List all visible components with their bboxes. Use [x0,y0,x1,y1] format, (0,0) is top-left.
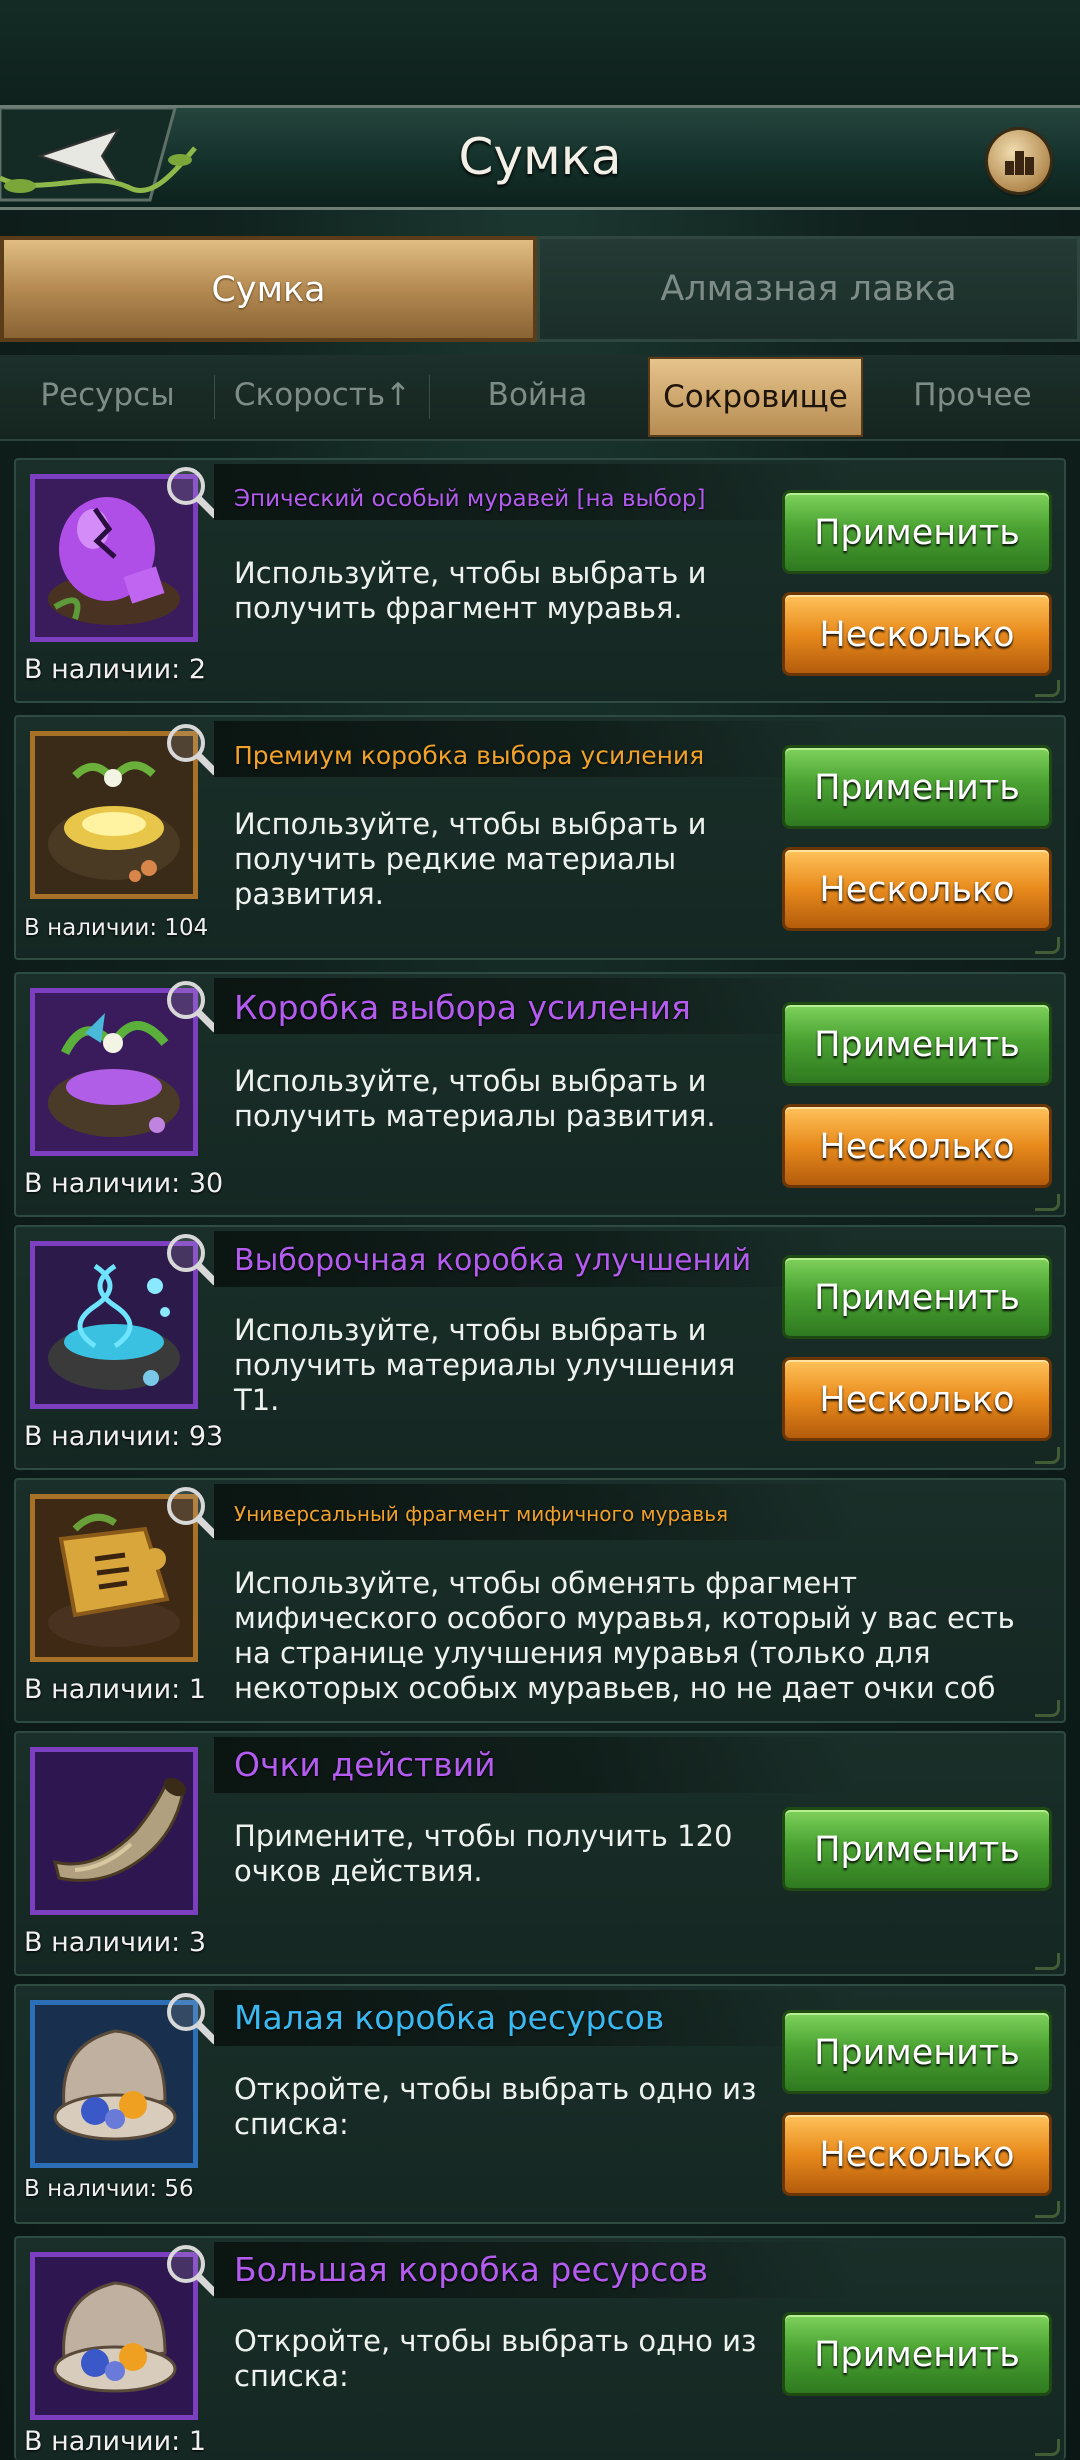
list-item: В наличии: 1 Большая коробка ресурсов От… [14,2236,1066,2460]
tab-diamond-shop[interactable]: Алмазная лавка [537,236,1080,342]
category-tabs: Ресурсы Скорость↑ Война Сокровище Прочее [0,355,1080,441]
apply-button[interactable]: Применить [782,745,1052,829]
apply-button[interactable]: Применить [782,490,1052,574]
use-multiple-button[interactable]: Несколько [782,592,1052,676]
magnifier-icon[interactable] [162,976,220,1034]
use-multiple-button[interactable]: Несколько [782,2112,1052,2196]
item-name: Универсальный фрагмент мифичного муравья [234,1502,729,1526]
tab-war[interactable]: Война [430,355,645,439]
list-item: В наличии: 2 Эпический особый муравей [н… [14,458,1066,703]
magnifier-icon[interactable] [162,1229,220,1287]
item-name: Очки действий [234,1745,496,1784]
tab-speed[interactable]: Скорость↑ [215,355,430,439]
item-description: Используйте, чтобы выбрать и получить фр… [234,556,707,625]
item-name: Премиум коробка выбора усиления [234,741,705,770]
item-description: Используйте, чтобы выбрать и получить ре… [234,807,707,911]
use-multiple-button[interactable]: Несколько [782,1104,1052,1188]
item-name: Малая коробка ресурсов [234,1998,665,2037]
tab-treasure[interactable]: Сокровище [648,357,863,437]
item-name: Выборочная коробка улучшений [234,1243,752,1278]
horn-icon [35,1752,193,1910]
item-count: В наличии: 1 [24,1674,207,1705]
apply-button[interactable]: Применить [782,1255,1052,1339]
item-count: В наличии: 56 [24,2176,194,2202]
tab-other[interactable]: Прочее [865,355,1080,439]
list-item: В наличии: 56 Малая коробка ресурсов Отк… [14,1984,1066,2224]
status-area [0,0,1080,105]
header-bar: Сумка [0,105,1080,210]
apply-button[interactable]: Применить [782,1002,1052,1086]
ranking-button[interactable] [988,130,1050,192]
list-item: В наличии: 30 Коробка выбора усиления Ис… [14,972,1066,1217]
use-multiple-button[interactable]: Несколько [782,847,1052,931]
list-item: В наличии: 93 Выборочная коробка улучшен… [14,1225,1066,1470]
magnifier-icon[interactable] [162,719,220,777]
item-description: Используйте, чтобы обменять фрагмент миф… [234,1566,1015,1705]
item-icon-frame[interactable] [30,1747,198,1915]
list-item: В наличии: 1 Универсальный фрагмент мифи… [14,1478,1066,1723]
use-multiple-button[interactable]: Несколько [782,1357,1052,1441]
item-count: В наличии: 104 [24,915,209,941]
apply-button[interactable]: Применить [782,2312,1052,2396]
list-item: В наличии: 104 Премиум коробка выбора ус… [14,715,1066,960]
magnifier-icon[interactable] [162,2240,220,2298]
apply-button[interactable]: Применить [782,1807,1052,1891]
magnifier-icon[interactable] [162,462,220,520]
item-count: В наличии: 3 [24,1927,207,1958]
item-description: Используйте, чтобы выбрать и получить ма… [234,1313,736,1417]
item-name: Коробка выбора усиления [234,988,691,1027]
tab-resources[interactable]: Ресурсы [0,355,215,439]
item-name: Большая коробка ресурсов [234,2250,709,2289]
item-name: Эпический особый муравей [на выбор] [234,486,706,512]
item-count: В наличии: 30 [24,1168,224,1199]
item-count: В наличии: 2 [24,654,207,685]
tab-bag[interactable]: Сумка [0,236,537,342]
item-description: Откройте, чтобы выбрать одно из списка: [234,2324,757,2393]
item-description: Примените, чтобы получить 120 очков дейс… [234,1819,733,1888]
magnifier-icon[interactable] [162,1482,220,1540]
apply-button[interactable]: Применить [782,2010,1052,2094]
page-title: Сумка [458,128,622,186]
item-count: В наличии: 1 [24,2426,207,2457]
list-item: В наличии: 3 Очки действий Примените, чт… [14,1731,1066,1976]
item-count: В наличии: 93 [24,1421,224,1452]
item-description: Откройте, чтобы выбрать одно из списка: [234,2072,757,2141]
item-description: Используйте, чтобы выбрать и получить ма… [234,1064,716,1133]
magnifier-icon[interactable] [162,1988,220,2046]
